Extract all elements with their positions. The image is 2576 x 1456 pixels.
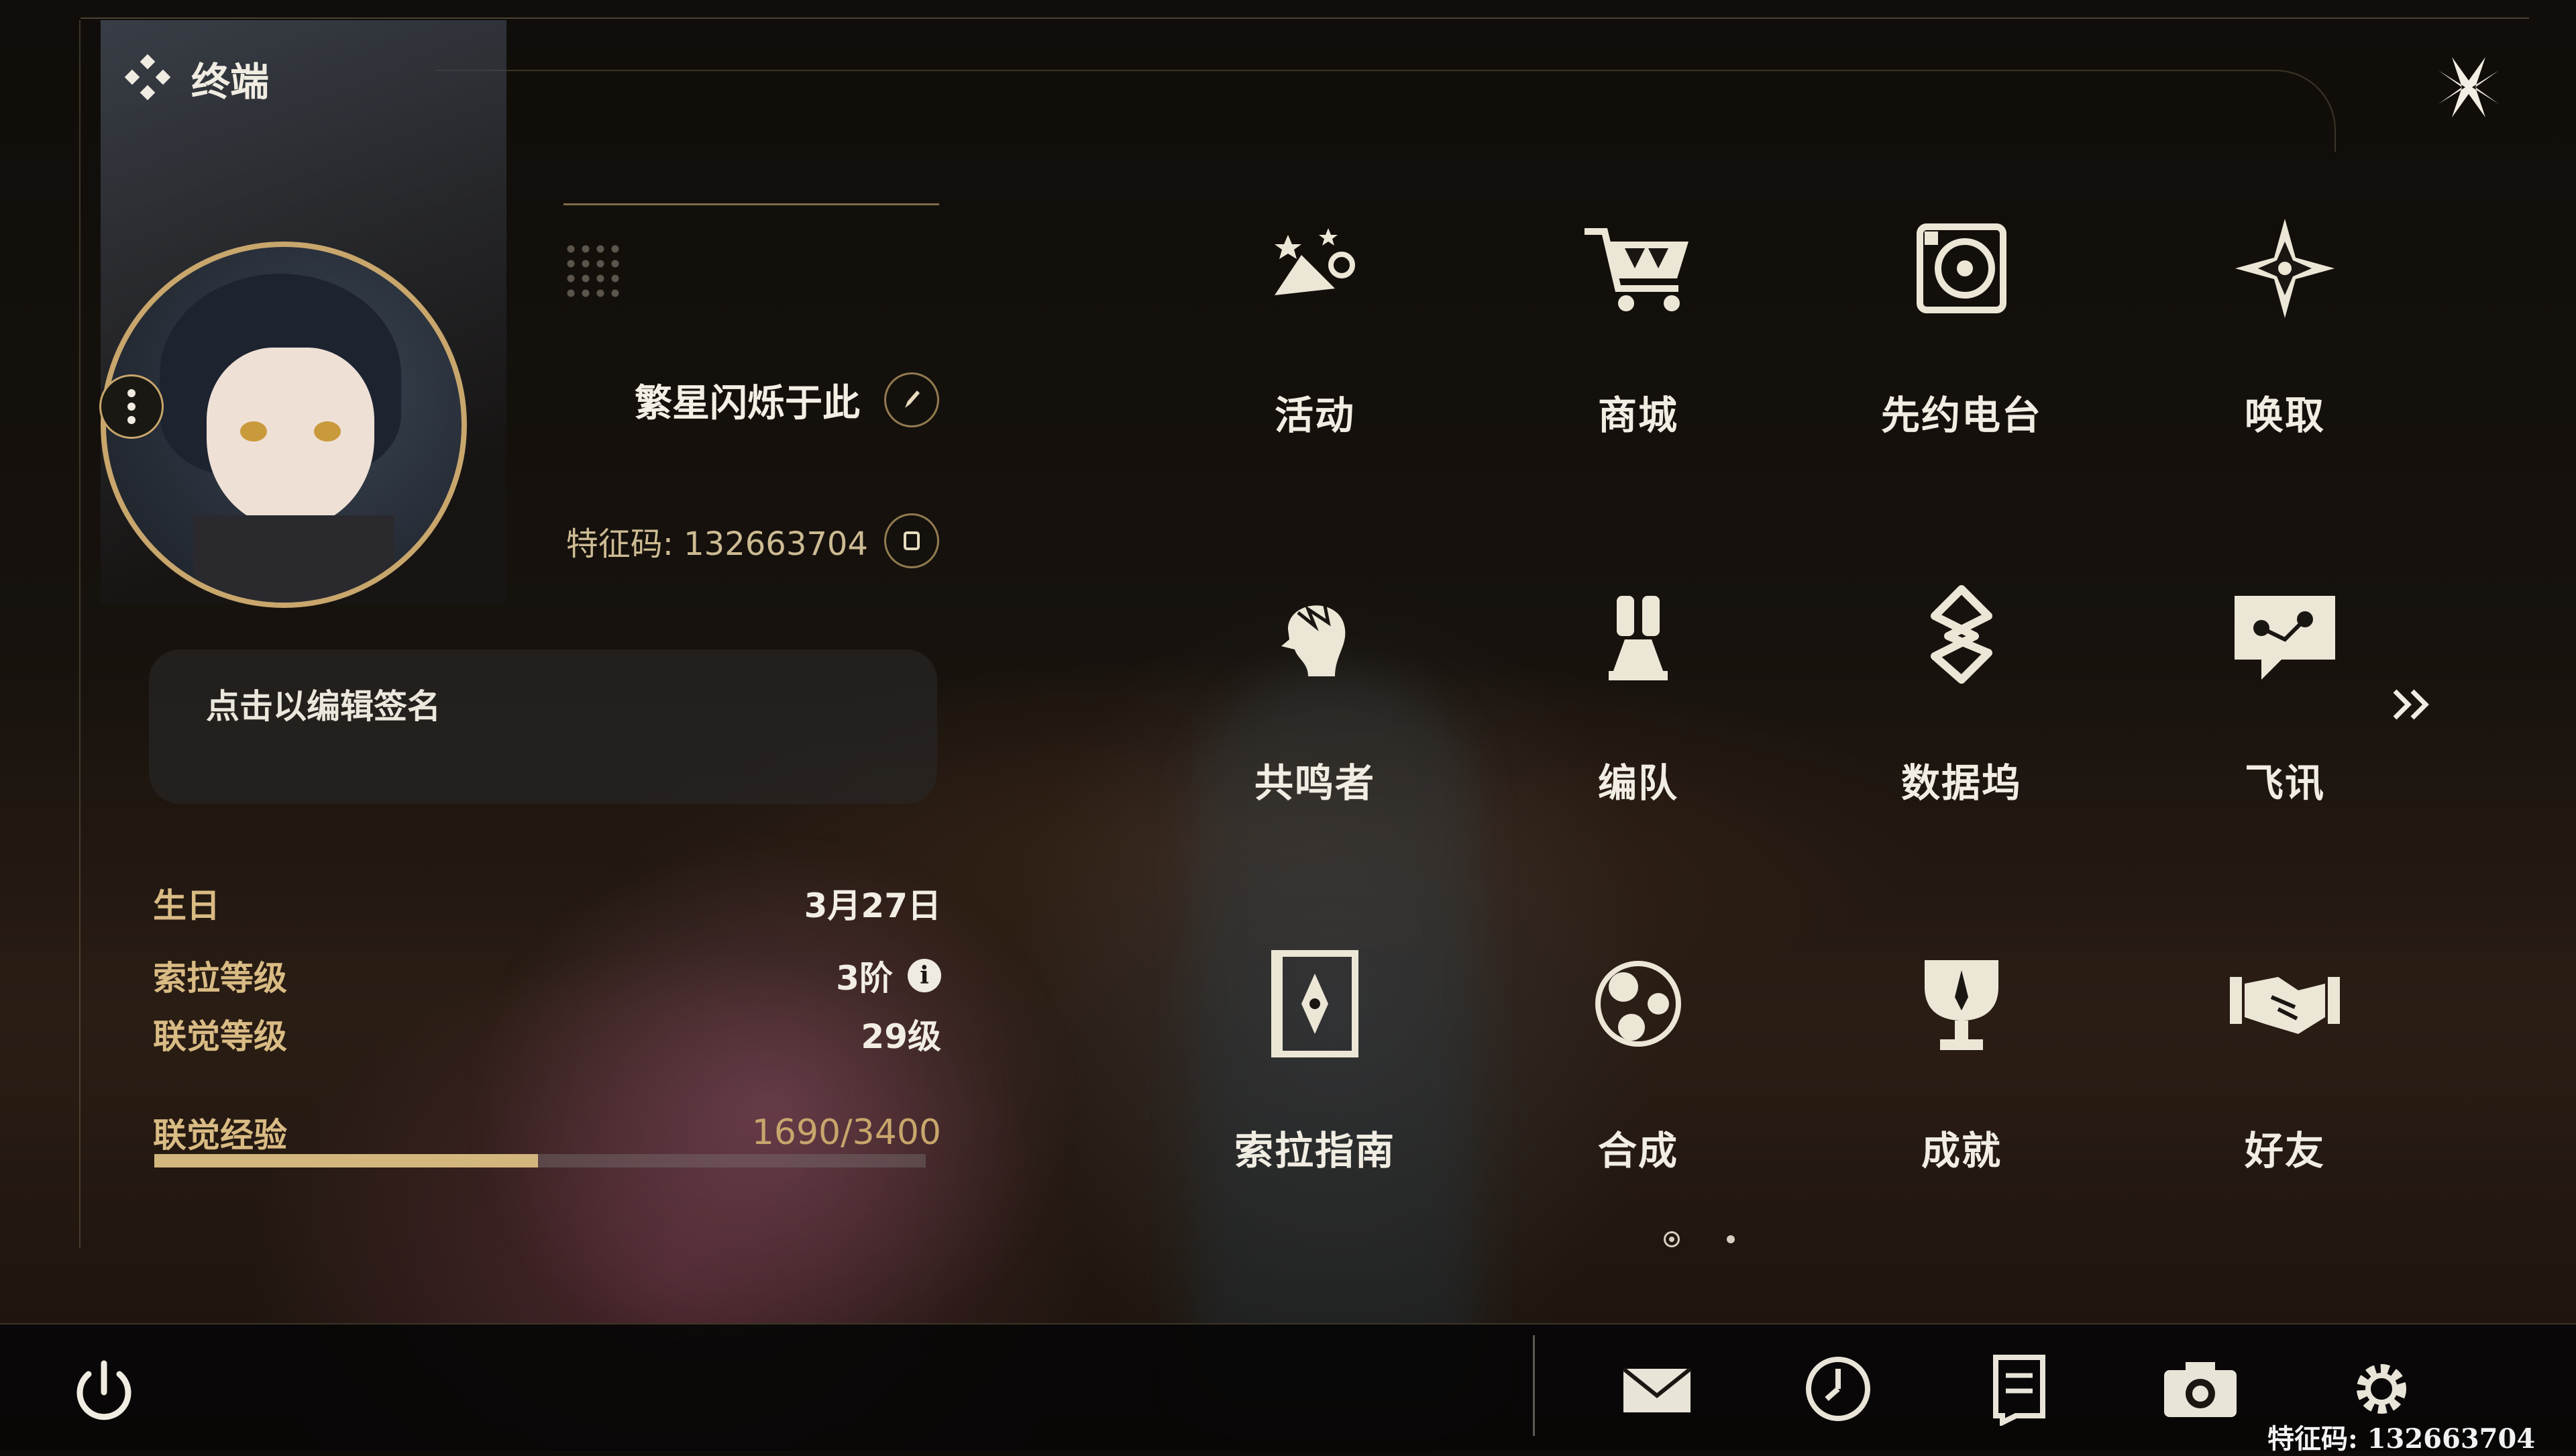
menu-tile-label: 活动 bbox=[1274, 393, 1355, 438]
menu-tile-label: 索拉指南 bbox=[1234, 1128, 1395, 1174]
player-name-row: 繁星闪烁于此 bbox=[617, 372, 939, 427]
mail-button[interactable] bbox=[1617, 1349, 1697, 1429]
union-level-value: 29级 bbox=[861, 1017, 941, 1056]
menu-tile[interactable]: 先约电台 bbox=[1821, 188, 2102, 523]
header: 终端 bbox=[124, 50, 269, 107]
menu-tile[interactable]: 合成 bbox=[1497, 923, 1779, 1259]
next-page-button[interactable] bbox=[2385, 678, 2438, 731]
signature-placeholder: 点击以编辑签名 bbox=[206, 687, 441, 726]
synthesis-icon bbox=[1571, 937, 1705, 1071]
radio-icon bbox=[1894, 201, 2029, 335]
exp-value: 1690/3400 bbox=[751, 1112, 941, 1153]
player-id-row: 特征码: 132663704 bbox=[564, 513, 939, 568]
exp-label: 联觉经验 bbox=[153, 1116, 287, 1155]
close-icon bbox=[2438, 57, 2499, 117]
page-dot[interactable] bbox=[1727, 1235, 1735, 1243]
menu-tile-label: 共鸣者 bbox=[1254, 760, 1375, 806]
avatar-options-button[interactable] bbox=[99, 374, 164, 439]
signature-field[interactable]: 点击以编辑签名 bbox=[149, 649, 937, 804]
copy-icon bbox=[904, 531, 920, 550]
menu-tile[interactable]: 编队 bbox=[1497, 556, 1779, 891]
camera-button[interactable] bbox=[2160, 1349, 2241, 1429]
exp-progress-fill bbox=[154, 1154, 538, 1167]
convene-icon bbox=[2218, 201, 2352, 335]
history-button[interactable] bbox=[1798, 1349, 1878, 1429]
guidebook-icon bbox=[1248, 937, 1382, 1071]
watermark-id: 特征码: 132663704 bbox=[2267, 1423, 2536, 1455]
menu-tile[interactable]: 好友 bbox=[2144, 923, 2426, 1259]
menu-tile-label: 编队 bbox=[1597, 760, 1678, 806]
menu-tile[interactable]: 数据坞 bbox=[1821, 556, 2102, 891]
decorative-dot-grid bbox=[564, 242, 624, 302]
menu-tile-label: 好友 bbox=[2244, 1128, 2325, 1174]
union-level-label: 联觉等级 bbox=[153, 1017, 287, 1056]
sola-level-row: 索拉等级 3阶 i bbox=[153, 951, 941, 1000]
menu-tile[interactable]: 唤取 bbox=[2144, 188, 2426, 523]
pencil-icon bbox=[905, 391, 920, 408]
menu-tile-label: 合成 bbox=[1597, 1128, 1678, 1174]
page-title: 终端 bbox=[191, 59, 270, 105]
menu-tile-label: 商城 bbox=[1597, 393, 1678, 438]
shop-cart-icon bbox=[1571, 201, 1705, 335]
copy-id-button[interactable] bbox=[884, 513, 939, 568]
birthday-row: 生日 3月27日 bbox=[153, 879, 941, 927]
power-icon bbox=[76, 1360, 131, 1420]
team-icon bbox=[1571, 569, 1705, 703]
notes-icon bbox=[1993, 1355, 2045, 1426]
edit-name-button[interactable] bbox=[884, 372, 939, 427]
exp-progress-bar bbox=[154, 1154, 926, 1167]
frame-inner-line bbox=[436, 70, 2336, 152]
friends-icon bbox=[2218, 937, 2352, 1071]
info-icon[interactable]: i bbox=[908, 959, 941, 992]
menu-grid: 活动 商城 先约电台 唤取共鸣者 编队 数据坞 飞讯索拉指南 合成 成就 好友 bbox=[1174, 188, 2469, 1261]
menu-tile[interactable]: 共鸣者 bbox=[1174, 556, 1456, 891]
menu-tile[interactable]: 飞讯 bbox=[2144, 556, 2426, 891]
player-name: 繁星闪烁于此 bbox=[635, 381, 860, 425]
double-chevron-right-icon bbox=[2393, 689, 2429, 720]
activity-icon bbox=[1248, 201, 1382, 335]
terminal-icon bbox=[124, 54, 171, 103]
frame-left-line bbox=[79, 20, 80, 1248]
menu-tile-label: 数据坞 bbox=[1900, 760, 2022, 806]
notes-button[interactable] bbox=[1979, 1349, 2059, 1429]
union-level-row: 联觉等级 29级 bbox=[153, 1010, 941, 1058]
menu-tile[interactable]: 商城 bbox=[1497, 188, 1779, 523]
close-button[interactable] bbox=[2428, 47, 2509, 127]
sola-level-value-group: 3阶 i bbox=[836, 951, 941, 1000]
camera-icon bbox=[2164, 1362, 2237, 1417]
sola-level-value: 3阶 bbox=[836, 959, 893, 998]
mail-icon bbox=[1622, 1367, 1692, 1412]
achievement-icon bbox=[1894, 937, 2029, 1071]
bottom-bar-divider bbox=[1533, 1335, 1535, 1436]
clock-icon bbox=[1806, 1357, 1870, 1421]
data-bank-icon bbox=[1894, 569, 2029, 703]
more-vertical-icon bbox=[127, 389, 136, 424]
player-id: 特征码: 132663704 bbox=[566, 525, 868, 563]
decorative-divider bbox=[564, 203, 939, 205]
exp-row: 联觉经验 1690/3400 bbox=[153, 1108, 941, 1157]
settings-icon bbox=[2357, 1364, 2406, 1414]
power-button[interactable] bbox=[64, 1352, 144, 1433]
menu-tile-label: 飞讯 bbox=[2244, 760, 2325, 806]
birthday-value: 3月27日 bbox=[804, 886, 941, 925]
message-icon bbox=[2218, 569, 2352, 703]
menu-tile-label: 先约电台 bbox=[1880, 393, 2042, 438]
menu-tile[interactable]: 活动 bbox=[1174, 188, 1456, 523]
page-dot-active[interactable] bbox=[1664, 1231, 1680, 1247]
sola-level-label: 索拉等级 bbox=[153, 959, 287, 998]
menu-tile-label: 唤取 bbox=[2244, 393, 2325, 438]
resonator-icon bbox=[1248, 569, 1382, 703]
menu-tile[interactable]: 索拉指南 bbox=[1174, 923, 1456, 1259]
menu-tile-label: 成就 bbox=[1921, 1128, 2002, 1174]
page-indicator bbox=[1664, 1231, 1735, 1247]
birthday-label: 生日 bbox=[153, 886, 220, 925]
frame-top-line bbox=[80, 17, 2529, 19]
menu-tile[interactable]: 成就 bbox=[1821, 923, 2102, 1259]
